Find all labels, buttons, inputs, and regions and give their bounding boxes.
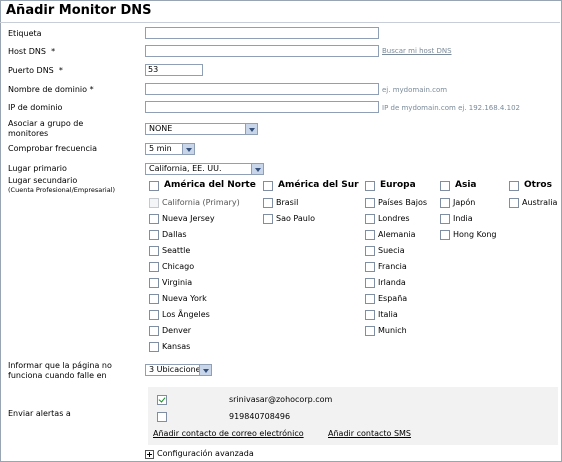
- primary-location-select[interactable]: California, EE. UU.: [145, 163, 264, 175]
- location-label: Nueva York: [162, 294, 207, 303]
- frequency-label: Comprobar frecuencia: [8, 144, 98, 153]
- location-checkbox[interactable]: [365, 278, 375, 288]
- location-label: Los Ãngeles: [162, 310, 210, 319]
- location-checkbox[interactable]: [440, 198, 450, 208]
- location-label: Nueva Jersey: [162, 214, 215, 223]
- location-checkbox[interactable]: [365, 294, 375, 304]
- location-label: Sao Paulo: [276, 214, 315, 223]
- report-locations-select[interactable]: 3 Ubicaciones: [145, 364, 212, 376]
- find-dns-host-link[interactable]: Buscar mi host DNS: [382, 47, 452, 55]
- location-checkbox[interactable]: [365, 214, 375, 224]
- region-header-otros: Otros: [524, 180, 552, 190]
- advanced-settings-toggle[interactable]: Configuración avanzada: [157, 449, 254, 459]
- title-divider: [0, 22, 560, 23]
- location-label: Francia: [378, 262, 407, 271]
- domain-ip-label: IP de dominio: [8, 103, 63, 112]
- region-checkbox-america-norte[interactable]: [149, 181, 159, 191]
- primary-location-label: Lugar primario: [8, 164, 67, 173]
- location-label: Kansas: [162, 342, 191, 351]
- location-checkbox[interactable]: [149, 342, 159, 352]
- location-label: California (Primary): [162, 198, 240, 207]
- send-alerts-label: Enviar alertas a: [8, 409, 71, 418]
- region-checkbox-europa[interactable]: [365, 181, 375, 191]
- location-checkbox[interactable]: [365, 246, 375, 256]
- location-checkbox[interactable]: [149, 278, 159, 288]
- location-checkbox[interactable]: [149, 246, 159, 256]
- location-checkbox[interactable]: [149, 294, 159, 304]
- location-label: Alemania: [378, 230, 416, 239]
- location-label: Denver: [162, 326, 192, 335]
- location-checkbox[interactable]: [365, 310, 375, 320]
- location-label: Brasil: [276, 198, 299, 207]
- location-checkbox[interactable]: [149, 310, 159, 320]
- chevron-down-icon: [245, 124, 257, 134]
- location-label: España: [378, 294, 408, 303]
- location-label: Chicago: [162, 262, 195, 271]
- add-sms-contact-link[interactable]: Añadir contacto SMS: [328, 429, 411, 438]
- region-header-asia: Asia: [455, 180, 477, 190]
- location-label: India: [453, 214, 473, 223]
- region-header-america-norte: América del Norte: [164, 180, 256, 190]
- puerto-dns-input[interactable]: 53: [145, 64, 203, 76]
- location-checkbox[interactable]: [263, 198, 273, 208]
- domain-name-label: Nombre de dominio *: [8, 85, 94, 94]
- location-checkbox[interactable]: [440, 230, 450, 240]
- email-contact-checkbox[interactable]: [157, 395, 167, 405]
- location-checkbox[interactable]: [365, 262, 375, 272]
- location-label: Italia: [378, 310, 398, 319]
- region-checkbox-america-sur[interactable]: [263, 181, 273, 191]
- chevron-down-icon: [199, 365, 211, 375]
- location-checkbox[interactable]: [149, 214, 159, 224]
- sms-contact-value: 919840708496: [229, 412, 291, 421]
- location-label: Hong Kong: [453, 230, 497, 239]
- location-checkbox[interactable]: [149, 326, 159, 336]
- location-label: Virginia: [162, 278, 193, 287]
- region-checkbox-asia[interactable]: [440, 181, 450, 191]
- location-label: Japón: [453, 198, 476, 207]
- expand-plus-icon[interactable]: [145, 450, 154, 459]
- chevron-down-icon: [251, 164, 263, 174]
- group-select[interactable]: NONE: [145, 123, 258, 135]
- location-label: Países Bajos: [378, 198, 428, 207]
- etiqueta-label: Etiqueta: [8, 29, 42, 38]
- report-down-label: Informar que la página no funciona cuand…: [8, 361, 112, 380]
- domain-name-input[interactable]: [145, 83, 379, 95]
- location-label: Dallas: [162, 230, 187, 239]
- frequency-select[interactable]: 5 min: [145, 143, 195, 155]
- location-checkbox[interactable]: [149, 230, 159, 240]
- secondary-location-label: Lugar secundario (Cuenta Profesional/Emp…: [8, 176, 116, 194]
- location-label: Irlanda: [378, 278, 406, 287]
- location-checkbox: [149, 198, 159, 208]
- location-checkbox[interactable]: [365, 198, 375, 208]
- page-title: Añadir Monitor DNS: [6, 3, 152, 18]
- location-label: Suecia: [378, 246, 405, 255]
- domain-name-hint: ej. mydomain.com: [382, 86, 448, 94]
- chevron-down-icon: [182, 144, 194, 154]
- location-checkbox[interactable]: [263, 214, 273, 224]
- location-checkbox[interactable]: [365, 230, 375, 240]
- host-dns-input[interactable]: [145, 45, 379, 57]
- domain-ip-hint: IP de mydomain.com ej. 192.168.4.102: [382, 104, 520, 112]
- sms-contact-checkbox[interactable]: [157, 412, 167, 422]
- location-label: Seattle: [162, 246, 191, 255]
- group-label: Asociar a grupo de monitores: [8, 119, 84, 138]
- add-email-contact-link[interactable]: Añadir contacto de correo electrónico: [153, 429, 304, 438]
- etiqueta-input[interactable]: [145, 27, 379, 39]
- region-header-europa: Europa: [380, 180, 416, 190]
- location-label: Australia: [522, 198, 558, 207]
- puerto-dns-label: Puerto DNS *: [8, 66, 63, 75]
- email-contact-value: srinivasar@zohocorp.com: [229, 395, 333, 404]
- location-checkbox[interactable]: [365, 326, 375, 336]
- domain-ip-input[interactable]: [145, 101, 379, 113]
- location-checkbox[interactable]: [440, 214, 450, 224]
- region-checkbox-otros[interactable]: [509, 181, 519, 191]
- region-header-america-sur: América del Sur: [278, 180, 359, 190]
- location-checkbox[interactable]: [149, 262, 159, 272]
- location-checkbox[interactable]: [509, 198, 519, 208]
- location-label: Munich: [378, 326, 407, 335]
- host-dns-label: Host DNS *: [8, 47, 56, 56]
- location-label: Londres: [378, 214, 410, 223]
